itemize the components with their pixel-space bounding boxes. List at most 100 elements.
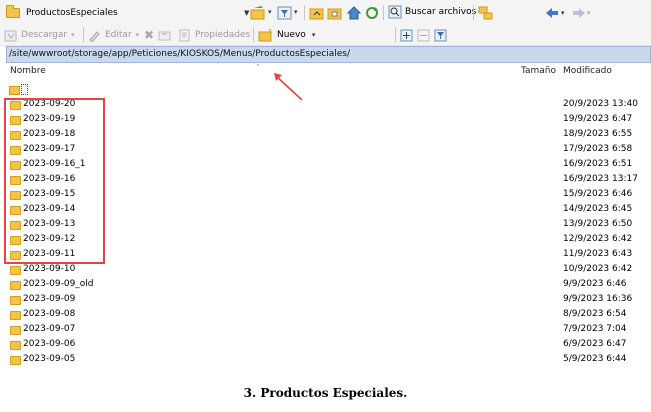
forward-arrow-icon (573, 8, 585, 18)
modified-date: 15/9/2023 6:46 (563, 189, 633, 199)
chevron-down-icon[interactable]: ▼ (244, 9, 249, 17)
home-icon (346, 6, 362, 20)
chevron-down-icon[interactable]: ▾ (587, 9, 591, 17)
refresh-icon (366, 7, 378, 19)
forward-button[interactable] (572, 5, 586, 21)
filter-button[interactable] (277, 5, 293, 21)
list-item[interactable]: 2023-09-05 5/9/2023 6:44 (0, 353, 651, 368)
folder-icon (10, 311, 21, 320)
modified-date: 5/9/2023 6:44 (563, 354, 627, 364)
folder-icon (10, 296, 21, 305)
back-button[interactable] (545, 5, 559, 21)
modified-date: 17/9/2023 6:58 (563, 144, 633, 154)
modified-date: 8/9/2023 6:54 (563, 309, 627, 319)
list-item[interactable]: 2023-09-08 8/9/2023 6:54 (0, 308, 651, 323)
toolbar-actions: Descargar ▾ Editar ▾ ✖ Propiedades Nuevo… (0, 24, 651, 46)
current-folder-label: ProductosEspeciales (26, 8, 118, 18)
modified-date: 13/9/2023 6:50 (563, 219, 633, 229)
download-button[interactable]: Descargar ▾ (4, 27, 75, 43)
download-icon (4, 30, 17, 41)
folder-icon (6, 5, 20, 18)
properties-button[interactable]: Propiedades (178, 27, 250, 43)
path-bar[interactable]: /site/wwwroot/storage/app/Peticiones/KIO… (6, 46, 651, 63)
list-item[interactable]: 2023-09-10 10/9/2023 6:42 (0, 263, 651, 278)
folder-name: 2023-09-09 (23, 294, 76, 304)
folder-icon (10, 266, 21, 275)
plus-box-icon (400, 29, 413, 41)
chevron-down-icon[interactable]: ▾ (561, 9, 565, 17)
find-files-button[interactable]: Buscar archivos (388, 4, 476, 20)
list-item[interactable]: 2023-09-09 9/9/2023 16:36 (0, 293, 651, 308)
root-folder-icon (327, 8, 342, 20)
parent-dir-button[interactable] (309, 5, 325, 21)
new-label: Nuevo (277, 30, 306, 40)
parent-directory-row[interactable] (9, 84, 31, 96)
folder-name: 2023-09-06 (23, 339, 76, 349)
modified-date: 14/9/2023 6:45 (563, 204, 633, 214)
chevron-down-icon: ▾ (311, 31, 316, 39)
toolbar-divider (83, 27, 84, 42)
toolbar-divider (304, 5, 305, 20)
list-item[interactable]: 2023-09-07 7/9/2023 7:04 (0, 323, 651, 338)
refresh-button[interactable] (364, 5, 380, 21)
modified-date: 20/9/2023 13:40 (563, 99, 638, 109)
annotation-arrow-icon (274, 73, 303, 101)
figure-caption: 3. Productos Especiales. (243, 386, 408, 400)
filter-selection-button[interactable] (434, 27, 447, 43)
modified-date: 16/9/2023 6:51 (563, 159, 633, 169)
modified-date: 12/9/2023 6:42 (563, 234, 633, 244)
filter-icon (434, 29, 447, 41)
delete-button[interactable]: ✖ (144, 27, 154, 43)
chevron-down-icon: ▾ (71, 31, 75, 39)
modified-date: 6/9/2023 6:47 (563, 339, 627, 349)
unselect-all-button[interactable] (417, 27, 430, 43)
minus-box-icon (417, 29, 430, 41)
toolbar-divider (395, 27, 396, 42)
folder-icon (10, 356, 21, 365)
delete-x-icon: ✖ (144, 28, 155, 42)
modified-date: 10/9/2023 6:42 (563, 264, 633, 274)
properties-label: Propiedades (195, 30, 251, 40)
sync-browse-button[interactable] (478, 5, 494, 21)
list-item[interactable]: 2023-09-09_old 9/9/2023 6:46 (0, 278, 651, 293)
rename-button[interactable] (158, 27, 172, 43)
folder-selector[interactable]: ProductosEspeciales ▼ (6, 5, 249, 20)
modified-date: 11/9/2023 6:43 (563, 249, 633, 259)
column-header-modified[interactable]: Modificado (563, 66, 612, 80)
toolbar-divider (383, 5, 384, 20)
new-folder-icon (258, 28, 272, 41)
root-dir-button[interactable] (327, 5, 343, 21)
edit-button[interactable]: Editar ▾ (88, 27, 139, 43)
column-header-name[interactable]: Nombre (10, 66, 46, 80)
toolbar-top: ProductosEspeciales ▼ ▾ ▾ Buscar archivo… (0, 0, 651, 24)
chevron-down-icon[interactable]: ▾ (268, 8, 272, 16)
sync-folders-icon (478, 6, 493, 20)
folder-icon (10, 326, 21, 335)
home-button[interactable] (346, 5, 362, 21)
search-icon (388, 5, 402, 19)
chevron-down-icon[interactable]: ▾ (294, 8, 298, 16)
select-all-button[interactable] (400, 27, 413, 43)
parent-folder-icon (309, 8, 324, 20)
parent-folder-icon (9, 86, 20, 95)
modified-date: 7/9/2023 7:04 (563, 324, 627, 334)
find-files-label: Buscar archivos (405, 7, 477, 17)
open-folder-button[interactable] (250, 5, 268, 21)
sort-ascending-icon: ⌃ (255, 63, 261, 71)
folder-name: 2023-09-07 (23, 324, 76, 334)
filter-icon (277, 6, 292, 20)
new-button[interactable]: Nuevo ▾ (258, 27, 315, 43)
folder-icon (10, 341, 21, 350)
open-folder-icon (250, 6, 265, 20)
modified-date: 19/9/2023 6:47 (563, 114, 633, 124)
column-header-size[interactable]: Tamaño (521, 66, 556, 80)
edit-icon (89, 30, 100, 42)
toolbar-divider (253, 27, 254, 42)
rename-icon (158, 31, 171, 40)
back-arrow-icon (546, 8, 558, 18)
folder-icon (10, 281, 21, 290)
modified-date: 16/9/2023 13:17 (563, 174, 638, 184)
list-item[interactable]: 2023-09-06 6/9/2023 6:47 (0, 338, 651, 353)
modified-date: 9/9/2023 6:46 (563, 279, 627, 289)
edit-label: Editar (105, 30, 132, 40)
